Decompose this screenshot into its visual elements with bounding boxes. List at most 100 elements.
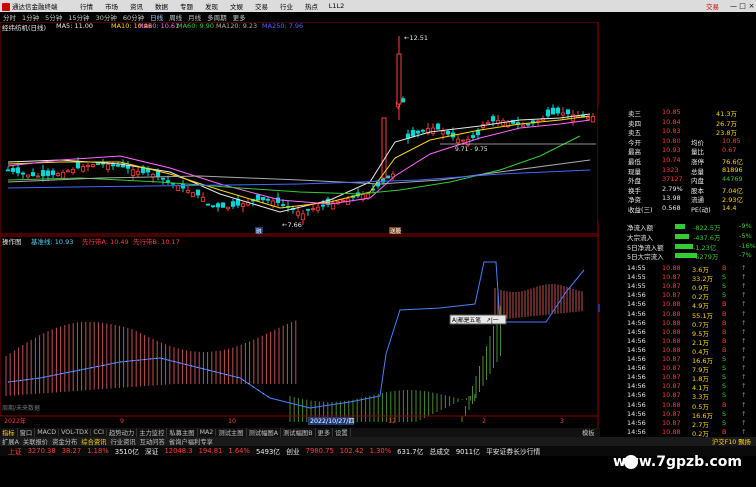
candle-body: [130, 169, 136, 176]
quote-row: 卖四 10.84 26.7万: [598, 118, 756, 128]
period-weekly[interactable]: 周线: [166, 12, 185, 22]
minimize-button[interactable]: —: [729, 2, 738, 10]
indicator-tab[interactable]: 趋势动力: [107, 428, 138, 437]
maximize-button[interactable]: □: [738, 2, 747, 10]
tick-row[interactable]: 14:56 10.87 16.6万 S ↑: [625, 355, 756, 365]
tick-row[interactable]: 14:55 10.88 3.6万 B ↑: [625, 264, 756, 274]
tick-row[interactable]: 14:56 10.87 0.2万 S ↑: [625, 291, 756, 301]
indicator-name-label: 操作图: [2, 238, 22, 246]
function-tab[interactable]: 资金分布: [50, 437, 79, 446]
tick-row[interactable]: 14:56 10.88 2.1万 B ↑: [625, 337, 756, 347]
period-30min[interactable]: 30分钟: [93, 12, 120, 22]
tick-row[interactable]: 14:56 10.88 0.4万 B ↑: [625, 345, 756, 356]
tick-row[interactable]: 14:56 10.88 0.7万 B ↑: [625, 318, 756, 329]
indicator-tab[interactable]: MA2: [198, 429, 217, 436]
badge-margin[interactable]: 融: [255, 227, 263, 235]
kline-chart-area[interactable]: 10.5010.009.509.008.508.007.50←12.51←7.6…: [0, 22, 600, 428]
indicator-tab[interactable]: VOL-TDX: [59, 429, 92, 436]
quote-row-value: 14.4: [722, 204, 737, 212]
sh-index-name[interactable]: 上证: [0, 446, 25, 456]
template-button[interactable]: 模板: [582, 428, 595, 437]
indicator-tab[interactable]: 窗口: [18, 428, 36, 437]
period-5min[interactable]: 5分钟: [42, 12, 65, 22]
candle-body: [200, 196, 206, 202]
period-1min[interactable]: 1分钟: [19, 12, 42, 22]
indicator-tab[interactable]: 测试幅图B: [281, 428, 316, 437]
menu-item-hot[interactable]: 热点: [299, 1, 324, 11]
sh-index-value: 3270.38: [27, 447, 56, 455]
menu-item-industry[interactable]: 行业: [274, 1, 299, 11]
tick-time: 14:55: [627, 264, 646, 272]
menu-item-l1l2[interactable]: L1L2: [324, 2, 349, 10]
indicator-tab[interactable]: 私募主图: [167, 428, 198, 437]
tick-list[interactable]: 14:55 10.88 3.6万 B ↑ 14:55 10.87 33.2万 S ↑ 14:55 10…: [625, 264, 756, 440]
cy-index-name[interactable]: 创业: [283, 446, 303, 456]
indicator-tab[interactable]: 主力监控: [137, 428, 168, 437]
tick-row[interactable]: 14:56 10.87 7.9万 S ↑: [625, 364, 756, 374]
period-multi[interactable]: 多周期: [204, 12, 230, 22]
candle-body: [215, 203, 221, 208]
function-tab[interactable]: 关联报价: [21, 437, 50, 446]
tick-row[interactable]: 14:56 10.87 4.1万 S ↑: [625, 382, 756, 392]
tick-row[interactable]: 14:56 10.88 55.1万 B ↑: [625, 310, 756, 320]
period-more[interactable]: 更多: [230, 12, 249, 22]
menu-item-market[interactable]: 市场: [99, 1, 124, 11]
tick-price: 10.88: [662, 318, 681, 327]
candle-body: [470, 135, 476, 138]
candle-body: [15, 167, 21, 174]
indicator-tab[interactable]: 更多: [316, 428, 334, 437]
function-tab[interactable]: 省询户福利专享: [167, 437, 215, 446]
ma120-label: MA120: 9.23: [216, 22, 258, 30]
tick-row[interactable]: 14:55 10.87 0.9万 S ↑: [625, 282, 756, 292]
candle-body: [45, 170, 51, 176]
f10-link[interactable]: 沪交F10 飘扬: [712, 437, 751, 446]
trade-link[interactable]: 交易: [706, 1, 729, 11]
sz-index-name[interactable]: 深证: [142, 446, 162, 456]
indicator-tab[interactable]: 测试主图: [216, 428, 247, 437]
tick-row[interactable]: 14:56 10.88 0.5万 B ↑: [625, 401, 756, 411]
indicator-tab[interactable]: CCI: [91, 429, 107, 436]
function-tab[interactable]: 扩展A: [0, 437, 21, 446]
quote-row-label: 今开: [628, 138, 641, 147]
menu-item-quotes[interactable]: 行情: [74, 1, 99, 11]
menu-item-news[interactable]: 资讯: [124, 1, 149, 11]
menu-item-discover[interactable]: 发现: [199, 1, 224, 11]
chart-tooltip[interactable]: A|都是五笔 ↗|一: [449, 314, 507, 325]
period-daily[interactable]: 日线: [147, 12, 166, 22]
period-60min[interactable]: 60分钟: [120, 12, 147, 22]
tick-row[interactable]: 14:56 10.87 1.8万 S ↑: [625, 373, 756, 383]
indicator-tab[interactable]: 设置: [333, 428, 351, 437]
candle-body: [205, 203, 211, 206]
quote-row: 换手 2.79% 股本 7.04亿: [598, 185, 756, 195]
close-button[interactable]: ×: [747, 2, 756, 10]
period-monthly[interactable]: 月线: [185, 12, 204, 22]
tick-row[interactable]: 14:56 10.88 0.2万 B ↑: [625, 428, 756, 438]
x-axis-label: 12: [388, 418, 396, 425]
period-timeshare[interactable]: 分时: [0, 12, 19, 22]
tick-side: B: [722, 327, 727, 336]
tick-row[interactable]: 14:55 10.87 33.2万 S ↑: [625, 273, 756, 283]
menu-item-topics[interactable]: 专题: [174, 1, 199, 11]
tick-row[interactable]: 14:56 10.88 9.5万 B ↑: [625, 327, 756, 338]
x-axis-label: 3: [560, 418, 564, 425]
news-ticker[interactable]: 平安证券长沙行情: [483, 446, 543, 456]
tick-price: 10.88: [662, 327, 681, 336]
indicator-tab[interactable]: 指标: [0, 428, 18, 437]
tick-time: 14:56: [627, 345, 646, 354]
menu-item-trade[interactable]: 交易: [249, 1, 274, 11]
tick-row[interactable]: 14:56 10.88 4.9万 B ↑: [625, 300, 756, 310]
menu-item-entertainment[interactable]: 文娱: [224, 1, 249, 11]
function-tab[interactable]: 综合资讯: [79, 437, 108, 446]
tick-row[interactable]: 14:56 10.87 3.3万 S ↑: [625, 391, 756, 401]
badge-bonus[interactable]: 送股: [389, 227, 402, 235]
tick-row[interactable]: 14:56 10.87 2.7万 S ↑: [625, 419, 756, 429]
indicator-tab[interactable]: 测试幅图A: [247, 428, 281, 437]
period-15min[interactable]: 15分钟: [65, 12, 92, 22]
indicator-tab[interactable]: MACD: [35, 429, 60, 436]
tick-price: 10.87: [662, 373, 681, 382]
tick-row[interactable]: 14:56 10.87 16.6万 S ↑: [625, 410, 756, 420]
function-tab[interactable]: 互动问答: [138, 437, 167, 446]
candle-body: [105, 163, 111, 171]
menu-item-data[interactable]: 数据: [149, 1, 174, 11]
function-tab[interactable]: 行业资讯: [108, 437, 137, 446]
